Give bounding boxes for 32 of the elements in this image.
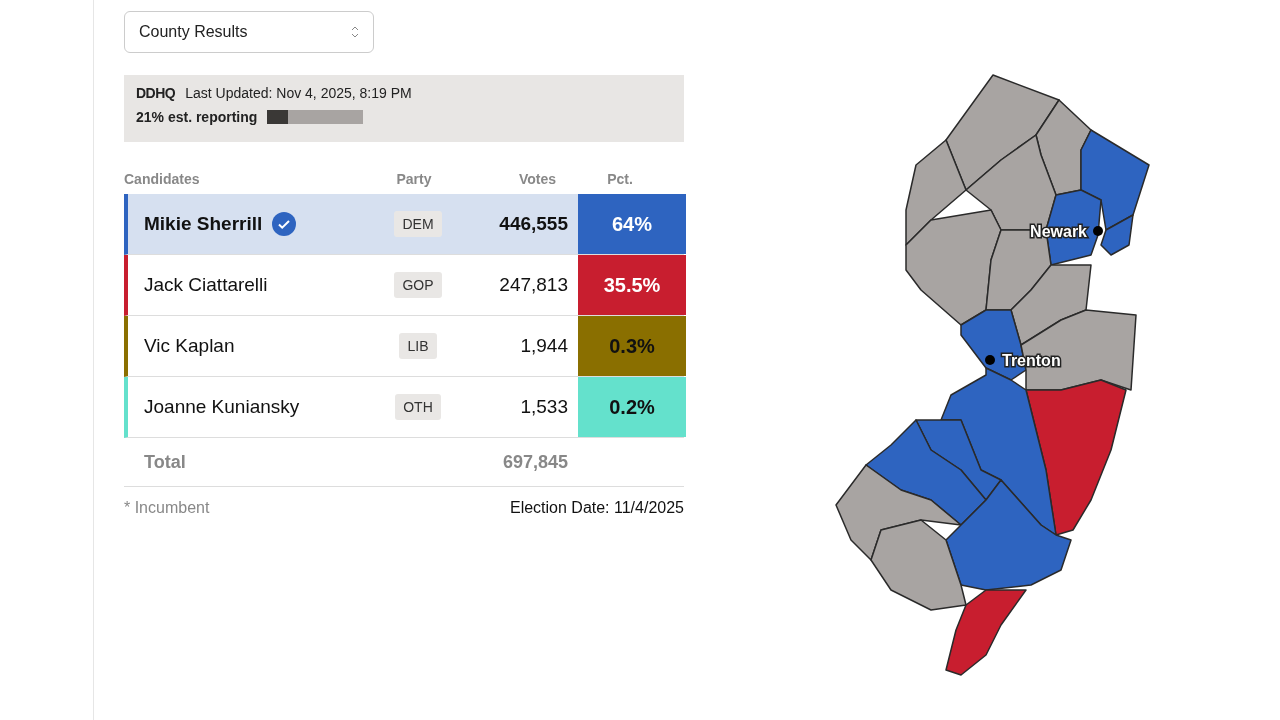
last-updated: Last Updated: Nov 4, 2025, 8:19 PM (185, 85, 412, 101)
column-header: Party (395, 171, 433, 187)
column-header: Candidates (124, 171, 201, 187)
total-votes: 697,845 (501, 451, 569, 473)
results-dropdown[interactable]: County Results (124, 11, 374, 53)
up-down-caret-icon (351, 25, 359, 39)
reporting-label: 21% est. reporting (136, 109, 258, 125)
party-tag: GOP (394, 272, 442, 298)
percent-cell: 0.3% (578, 316, 686, 376)
vote-count: 1,944 (519, 335, 569, 357)
verified-check-icon (272, 212, 297, 236)
percent-cell: 35.5% (578, 255, 686, 315)
vote-count: 446,555 (498, 213, 569, 235)
candidate-name: Vic Kaplan (144, 335, 235, 357)
candidate-name: Jack Ciattarelli (144, 274, 268, 296)
total-label: Total (143, 451, 187, 473)
vote-count: 1,533 (519, 396, 569, 418)
candidate-name: Mikie Sherrill (144, 213, 263, 235)
party-tag: DEM (394, 211, 442, 237)
vote-count: 247,813 (498, 274, 569, 296)
percent-cell: 0.2% (578, 377, 686, 437)
party-tag: LIB (399, 333, 437, 359)
election-date: Election Date: 11/4/2025 (509, 499, 684, 517)
city-dot-icon (985, 355, 995, 365)
candidate-name: Joanne Kuniansky (144, 396, 300, 418)
city-dot-icon (1093, 226, 1103, 236)
percent-cell: 64% (578, 194, 686, 254)
column-header: Pct. (606, 171, 634, 187)
column-header: Votes (517, 171, 557, 187)
party-tag: OTH (395, 394, 441, 420)
logo: DDHQ (136, 85, 176, 101)
incumbent-note: * Incumbent (124, 499, 210, 517)
